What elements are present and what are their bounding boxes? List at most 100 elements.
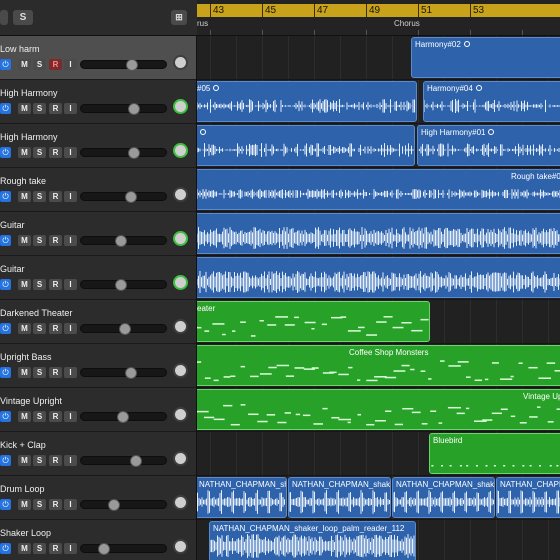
track-header-rough-take[interactable]: Rough take ⏻ M S R I — [0, 168, 196, 212]
record-button[interactable]: R — [49, 499, 62, 510]
solo-button[interactable]: S — [33, 367, 46, 378]
solo-button[interactable]: S — [33, 323, 46, 334]
track-name[interactable]: Guitar — [0, 220, 25, 230]
track-name[interactable]: Rough take — [0, 176, 46, 186]
record-button[interactable]: R — [49, 367, 62, 378]
pan-knob[interactable] — [173, 187, 188, 202]
mute-button[interactable]: M — [18, 147, 31, 158]
pan-knob[interactable] — [173, 99, 188, 114]
track-header-guitar-2[interactable]: Guitar ⏻ M S R I — [0, 256, 196, 300]
solo-button[interactable]: S — [33, 147, 46, 158]
volume-fader[interactable] — [80, 323, 167, 335]
record-button[interactable]: R — [49, 191, 62, 202]
timeline-ruler[interactable]: 43 45 47 49 51 53 rus Chorus — [197, 0, 560, 36]
mute-button[interactable]: M — [18, 499, 31, 510]
mute-button[interactable]: M — [18, 59, 31, 70]
fader-knob[interactable] — [126, 59, 138, 71]
volume-fader[interactable] — [80, 279, 167, 291]
power-icon[interactable]: ⏻ — [0, 499, 11, 510]
fader-knob[interactable] — [114, 279, 127, 291]
fader-knob[interactable] — [118, 323, 131, 335]
audio-region[interactable]: Harmony#04 — [423, 81, 560, 122]
audio-region[interactable] — [197, 257, 560, 298]
fader-knob[interactable] — [127, 103, 140, 115]
track-name[interactable]: Kick + Clap — [0, 440, 46, 450]
input-monitor-button[interactable]: I — [64, 411, 77, 422]
pan-knob[interactable] — [173, 55, 188, 70]
volume-fader[interactable] — [80, 235, 167, 247]
midi-region[interactable]: Coffee Shop Monsters — [197, 345, 560, 386]
volume-fader[interactable] — [80, 103, 167, 115]
power-icon[interactable]: ⏻ — [0, 455, 11, 466]
volume-fader[interactable] — [80, 499, 167, 511]
pan-knob[interactable] — [173, 319, 188, 334]
mute-button[interactable]: M — [18, 323, 31, 334]
fader-knob[interactable] — [124, 367, 137, 379]
solo-button[interactable]: S — [33, 59, 46, 70]
track-header-upright-bass[interactable]: Upright Bass ⏻ M S R I — [0, 344, 196, 388]
audio-region[interactable]: Harmony#02 — [411, 37, 560, 78]
fader-knob[interactable] — [129, 455, 142, 467]
add-track-icon[interactable]: ⊞ — [171, 10, 187, 25]
power-icon[interactable]: ⏻ — [0, 103, 11, 114]
track-name[interactable]: High Harmony — [0, 88, 58, 98]
fader-knob[interactable] — [98, 543, 111, 555]
power-icon[interactable]: ⏻ — [0, 411, 11, 422]
volume-fader[interactable] — [80, 455, 167, 467]
input-monitor-button[interactable]: I — [64, 323, 77, 334]
solo-button[interactable]: S — [33, 103, 46, 114]
midi-region[interactable]: eater — [197, 301, 430, 342]
volume-fader[interactable] — [80, 367, 167, 379]
track-name[interactable]: Darkened Theater — [0, 308, 72, 318]
power-icon[interactable]: ⏻ — [0, 367, 11, 378]
solo-button[interactable]: S — [33, 455, 46, 466]
audio-region[interactable]: NATHAN_CHAPMAN_shake — [197, 477, 287, 518]
pan-knob[interactable] — [173, 275, 188, 290]
track-header-low-harm[interactable]: Low harm ⏻ M S R I — [0, 36, 196, 80]
volume-fader[interactable] — [80, 147, 167, 159]
track-header-darkened-theater[interactable]: Darkened Theater ⏻ M S R I — [0, 300, 196, 344]
input-monitor-button[interactable]: I — [64, 235, 77, 246]
input-monitor-button[interactable]: I — [64, 543, 77, 554]
track-header-high-harmony[interactable]: High Harmony ⏻ M S R I — [0, 80, 196, 124]
input-monitor-button[interactable]: I — [64, 367, 77, 378]
solo-button[interactable]: S — [33, 543, 46, 554]
track-name[interactable]: Guitar — [0, 264, 25, 274]
input-monitor-button[interactable]: I — [64, 147, 77, 158]
track-header-kick-clap[interactable]: Kick + Clap ⏻ M S R I — [0, 432, 196, 476]
record-button[interactable]: R — [49, 235, 62, 246]
audio-region[interactable]: Rough take#0 — [197, 169, 560, 210]
midi-region[interactable]: Bluebird — [429, 433, 560, 474]
solo-button[interactable]: S — [33, 235, 46, 246]
input-monitor-button[interactable]: I — [64, 279, 77, 290]
volume-fader[interactable] — [80, 59, 167, 71]
volume-fader[interactable] — [80, 543, 167, 555]
record-button[interactable]: R — [49, 59, 62, 70]
track-name[interactable]: Shaker Loop — [0, 528, 51, 538]
track-header-shaker-loop[interactable]: Shaker Loop ⏻ M S R I — [0, 520, 196, 560]
track-header-drum-loop[interactable]: Drum Loop ⏻ M S R I — [0, 476, 196, 520]
audio-region[interactable]: NATHAN_CHAPMAN_shaker_loop_palm_reader_1… — [209, 521, 416, 560]
arrangement-marker[interactable]: Chorus — [394, 19, 420, 28]
mute-button[interactable]: M — [18, 455, 31, 466]
power-icon[interactable]: ⏻ — [0, 59, 11, 70]
power-icon[interactable]: ⏻ — [0, 235, 11, 246]
track-name[interactable]: Upright Bass — [0, 352, 52, 362]
fader-knob[interactable] — [117, 411, 129, 423]
mute-button[interactable]: M — [18, 279, 31, 290]
arrangement-marker[interactable]: rus — [197, 19, 208, 28]
solo-button[interactable]: S — [33, 191, 46, 202]
mute-button[interactable]: M — [18, 191, 31, 202]
mute-button[interactable]: M — [18, 543, 31, 554]
audio-region[interactable]: NATHAN_CHAPMAN_shake — [496, 477, 560, 518]
audio-region[interactable]: High Harmony#01 — [417, 125, 560, 166]
pan-knob[interactable] — [173, 539, 188, 554]
midi-region[interactable]: Vintage Up — [197, 389, 560, 430]
arrange-area[interactable]: Harmony#02 #05 Harmony#04 High Harmony#0… — [197, 36, 560, 560]
fader-knob[interactable] — [108, 499, 120, 511]
record-button[interactable]: R — [49, 279, 62, 290]
pan-knob[interactable] — [173, 143, 188, 158]
volume-fader[interactable] — [80, 411, 167, 423]
power-icon[interactable]: ⏻ — [0, 191, 11, 202]
mute-button[interactable]: M — [18, 367, 31, 378]
